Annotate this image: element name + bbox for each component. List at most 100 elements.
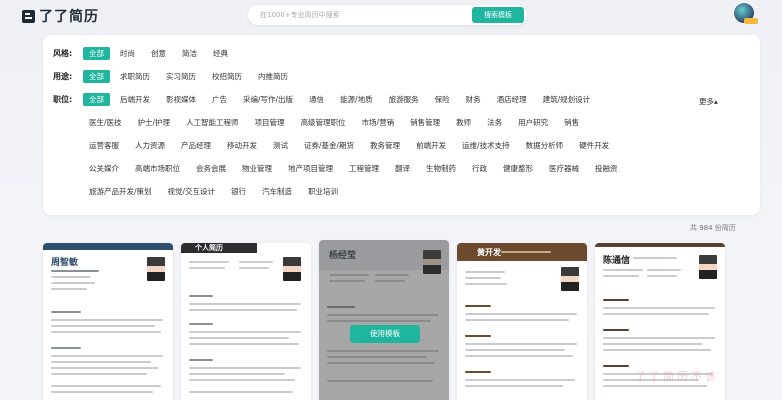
position-option[interactable]: 视觉/交互设计 — [162, 185, 222, 198]
position-option[interactable]: 医生/医技 — [83, 116, 128, 129]
position-option[interactable]: 全部 — [83, 93, 110, 106]
position-option[interactable]: 教师 — [450, 116, 477, 129]
resume-template-card[interactable]: 周智敏 — [43, 243, 173, 400]
position-option[interactable]: 移动开发 — [221, 139, 263, 152]
position-option[interactable]: 市场/营销 — [356, 116, 401, 129]
position-option[interactable]: 建筑/规划设计 — [537, 93, 597, 106]
position-option[interactable]: 护士/护理 — [132, 116, 177, 129]
template-name: 陈通信 — [603, 256, 631, 266]
card-header-bar — [595, 243, 725, 247]
position-option[interactable]: 通信 — [303, 93, 330, 106]
resume-template-card[interactable]: 杨经莹 使用模板 — [319, 240, 449, 400]
position-option[interactable]: 物业管理 — [236, 162, 278, 175]
position-option[interactable]: 翻译 — [389, 162, 416, 175]
position-option[interactable]: 健康整形 — [497, 162, 539, 175]
search-input[interactable] — [260, 9, 460, 21]
position-option[interactable]: 汽车制造 — [256, 185, 298, 198]
position-option[interactable]: 人工智能工程师 — [180, 116, 245, 129]
search-button[interactable]: 搜索模板 — [472, 7, 524, 23]
search-bar: 搜索模板 — [248, 5, 527, 25]
resume-template-card[interactable]: 个人简历 — [181, 243, 311, 400]
vip-badge — [744, 18, 758, 24]
profile-photo — [283, 257, 301, 281]
position-option[interactable]: 生物制药 — [420, 162, 462, 175]
position-option[interactable]: 高级管理职位 — [295, 116, 352, 129]
watermark-text: 了了简历不该 — [635, 370, 719, 383]
style-option[interactable]: 全部 — [83, 47, 110, 60]
profile-photo — [147, 257, 165, 281]
style-filter-row: 风格: 全部 时尚 创意 简洁 经典 — [53, 47, 238, 60]
position-filter-row-2: 医生/医技 护士/护理 人工智能工程师 项目管理 高级管理职位 市场/营销 销售… — [83, 116, 589, 129]
position-option[interactable]: 项目管理 — [249, 116, 291, 129]
style-option[interactable]: 经典 — [207, 47, 234, 60]
position-option[interactable]: 工程管理 — [343, 162, 385, 175]
position-option[interactable]: 硬件开发 — [573, 139, 615, 152]
more-positions-toggle[interactable]: 更多▴ — [699, 96, 718, 107]
position-option[interactable]: 保险 — [429, 93, 456, 106]
position-option[interactable]: 财务 — [460, 93, 487, 106]
position-filter-row-3: 运营客服 人力资源 产品经理 移动开发 测试 证券/基金/期货 教务管理 前端开… — [83, 139, 619, 152]
purpose-option[interactable]: 内推简历 — [252, 70, 294, 83]
position-option[interactable]: 运营客服 — [83, 139, 125, 152]
result-count: 共 984 份简历 — [690, 224, 736, 232]
position-option[interactable]: 采编/写作/出版 — [237, 93, 299, 106]
position-filter-row-4: 公关媒介 高端市场职位 会务会展 物业管理 地产项目管理 工程管理 翻译 生物制… — [83, 162, 628, 175]
style-filter-label: 风格: — [53, 49, 73, 58]
position-option[interactable]: 职业培训 — [302, 185, 344, 198]
logo-text: 了了简历 — [39, 9, 99, 25]
hover-overlay — [319, 240, 449, 400]
card-header-bar — [43, 243, 173, 250]
position-option[interactable]: 数据分析师 — [520, 139, 570, 152]
position-option[interactable]: 高端市场职位 — [129, 162, 186, 175]
position-option[interactable]: 酒店经理 — [491, 93, 533, 106]
position-option[interactable]: 用户研究 — [512, 116, 554, 129]
position-option[interactable]: 行政 — [466, 162, 493, 175]
position-option[interactable]: 前端开发 — [410, 139, 452, 152]
purpose-option[interactable]: 校招简历 — [206, 70, 248, 83]
template-name: 周智敏 — [51, 258, 79, 268]
position-option[interactable]: 销售管理 — [404, 116, 446, 129]
position-option[interactable]: 医疗器械 — [543, 162, 585, 175]
position-option[interactable]: 银行 — [225, 185, 252, 198]
position-option[interactable]: 旅游服务 — [383, 93, 425, 106]
position-option[interactable]: 旅游产品开发/策划 — [83, 185, 158, 198]
purpose-option[interactable]: 全部 — [83, 70, 110, 83]
position-option[interactable]: 产品经理 — [175, 139, 217, 152]
position-filter-row-1: 职位: 全部 后端开发 影视媒体 广告 采编/写作/出版 通信 能源/地质 旅游… — [53, 93, 600, 106]
position-option[interactable]: 人力资源 — [129, 139, 171, 152]
position-option[interactable]: 运维/技术支持 — [456, 139, 516, 152]
position-option[interactable]: 后端开发 — [114, 93, 156, 106]
resume-template-card[interactable]: 黄开发 — [457, 243, 587, 400]
template-name: 黄开发 — [477, 248, 501, 257]
position-option[interactable]: 教务管理 — [364, 139, 406, 152]
position-option[interactable]: 测试 — [267, 139, 294, 152]
position-filter-row-5: 旅游产品开发/策划 视觉/交互设计 银行 汽车制造 职业培训 — [83, 185, 348, 198]
use-template-button[interactable]: 使用模板 — [350, 325, 420, 343]
more-label: 更多 — [699, 97, 714, 106]
position-option[interactable]: 影视媒体 — [160, 93, 202, 106]
chevron-up-icon: ▴ — [714, 97, 718, 106]
position-option[interactable]: 能源/地质 — [334, 93, 379, 106]
filter-panel: 风格: 全部 时尚 创意 简洁 经典 用途: 全部 求职简历 实习简历 校招简历… — [43, 35, 760, 215]
position-filter-label: 职位: — [53, 95, 73, 104]
site-logo[interactable]: 了了简历 — [22, 6, 99, 26]
position-option[interactable]: 会务会展 — [190, 162, 232, 175]
position-option[interactable]: 广告 — [206, 93, 233, 106]
style-option[interactable]: 简洁 — [176, 47, 203, 60]
position-option[interactable]: 投融资 — [589, 162, 624, 175]
position-option[interactable]: 法务 — [481, 116, 508, 129]
purpose-option[interactable]: 求职简历 — [114, 70, 156, 83]
top-header: 了了简历 搜索模板 — [0, 0, 782, 30]
template-name: 个人简历 — [195, 244, 223, 252]
position-option[interactable]: 地产项目管理 — [282, 162, 339, 175]
position-option[interactable]: 公关媒介 — [83, 162, 125, 175]
style-option[interactable]: 创意 — [145, 47, 172, 60]
style-option[interactable]: 时尚 — [114, 47, 141, 60]
profile-photo — [561, 267, 579, 291]
profile-photo — [699, 255, 717, 279]
purpose-filter-row: 用途: 全部 求职简历 实习简历 校招简历 内推简历 — [53, 70, 298, 83]
position-option[interactable]: 销售 — [558, 116, 585, 129]
purpose-filter-label: 用途: — [53, 72, 73, 81]
position-option[interactable]: 证券/基金/期货 — [298, 139, 360, 152]
purpose-option[interactable]: 实习简历 — [160, 70, 202, 83]
